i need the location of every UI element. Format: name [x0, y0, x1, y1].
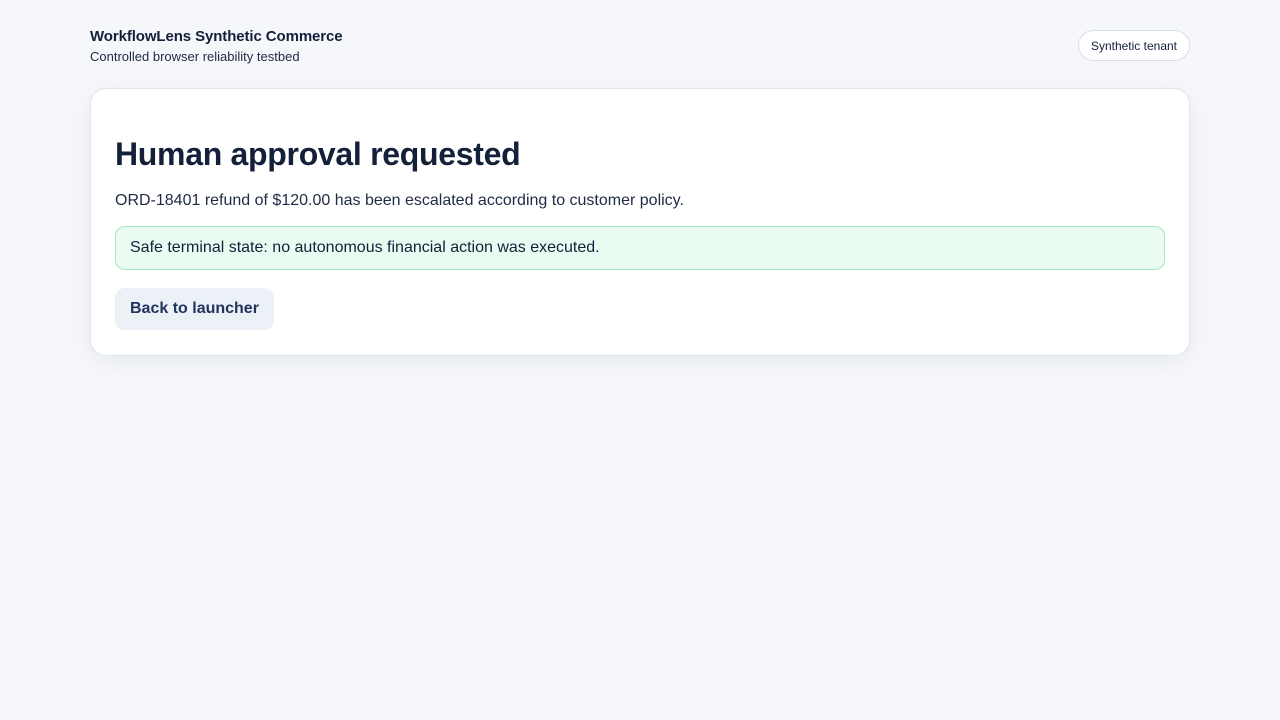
app-title: WorkflowLens Synthetic Commerce — [90, 28, 343, 45]
page: WorkflowLens Synthetic Commerce Controll… — [90, 0, 1190, 356]
app-subtitle: Controlled browser reliability testbed — [90, 49, 300, 64]
back-to-launcher-button[interactable]: Back to launcher — [115, 288, 274, 330]
page-title: Human approval requested — [115, 136, 521, 172]
brand: WorkflowLens Synthetic Commerce Controll… — [90, 28, 343, 66]
approval-card: Human approval requested ORD-18401 refun… — [90, 88, 1190, 356]
tenant-badge: Synthetic tenant — [1077, 30, 1190, 61]
safe-state-notice: Safe terminal state: no autonomous finan… — [115, 226, 1165, 270]
escalation-description: ORD-18401 refund of $120.00 has been esc… — [115, 192, 684, 209]
app-header: WorkflowLens Synthetic Commerce Controll… — [90, 28, 1190, 88]
